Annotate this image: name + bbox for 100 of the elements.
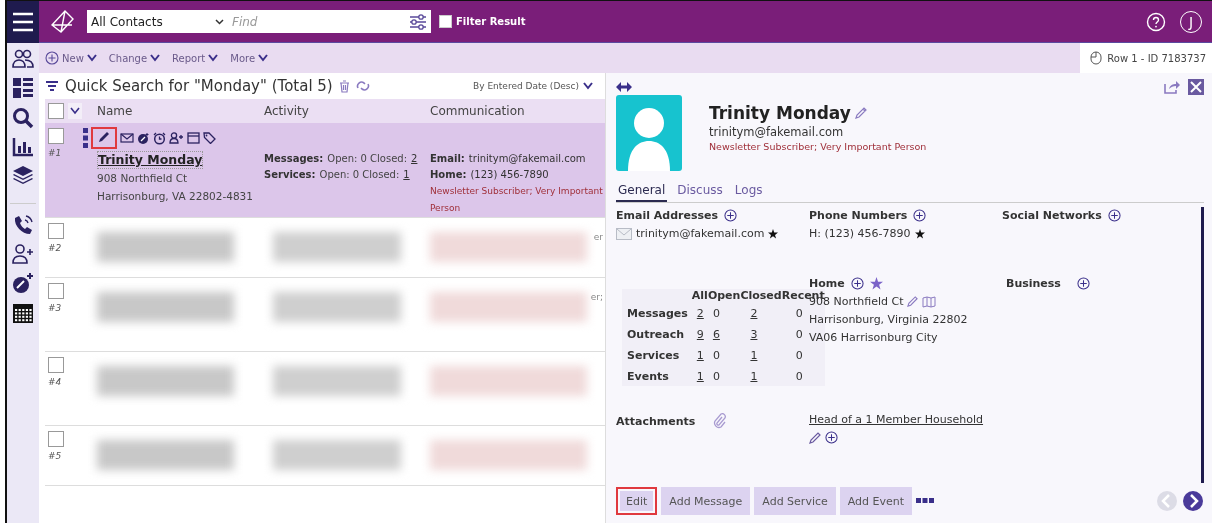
address-line: VA06 Harrisonburg City [809, 331, 939, 344]
text-fragment: er [593, 232, 603, 242]
action-button[interactable]: Edit [616, 487, 658, 515]
stats-count: 0 [795, 349, 803, 362]
select-all-checkbox[interactable] [48, 103, 64, 119]
sliders-icon[interactable] [409, 12, 427, 31]
closed-count-link[interactable]: 2 [411, 151, 418, 167]
action-button[interactable]: Add Message [661, 487, 751, 515]
filter-checkbox[interactable] [439, 15, 452, 28]
action-button[interactable]: Add Event [839, 487, 913, 515]
result-row[interactable]: #2 er [45, 218, 605, 278]
add-icon[interactable] [1107, 209, 1121, 222]
column-header[interactable]: Activity [254, 104, 309, 118]
row-checkbox[interactable] [48, 128, 64, 144]
add-icon[interactable] [724, 209, 738, 222]
section-title: Business [1006, 277, 1061, 290]
household-link[interactable]: Head of a 1 Member Household [809, 413, 1002, 426]
refresh-icon[interactable] [355, 81, 370, 91]
add-icon[interactable] [825, 431, 838, 444]
menu-button[interactable]: Report [172, 52, 225, 64]
stats-count-link[interactable]: 1 [696, 370, 704, 383]
stats-count-link[interactable]: 2 [696, 307, 704, 320]
list-title: Quick Search for "Monday" (Total 5) [65, 77, 333, 95]
column-header[interactable]: Name [87, 104, 133, 118]
search-icon[interactable] [12, 107, 34, 129]
result-row[interactable]: #5 [45, 426, 605, 486]
row-checkbox[interactable] [48, 357, 64, 373]
stats-label: Outreach [622, 323, 692, 344]
section-title: Email Addresses [616, 209, 719, 222]
action-button[interactable]: Add Service [754, 487, 836, 515]
row-number: #5 [48, 451, 62, 461]
gauge-icon[interactable] [137, 132, 150, 144]
bar-chart-icon[interactable] [12, 137, 34, 157]
row-checkbox[interactable] [48, 223, 64, 239]
address-line: Harrisonburg, VA 22802-4831 [97, 189, 254, 204]
column-header[interactable]: Communication [420, 104, 525, 118]
alarm-clock-icon[interactable] [153, 131, 166, 145]
tab[interactable]: Logs [732, 181, 765, 202]
resize-arrows-icon[interactable] [616, 82, 632, 92]
window-icon[interactable] [187, 132, 200, 144]
contact-email: trinitym@fakemail.com [709, 125, 845, 139]
gauge-add-icon[interactable] [12, 272, 34, 294]
menu-button[interactable]: Change [108, 52, 167, 64]
row-checkbox[interactable] [48, 431, 64, 447]
address-line: 908 Northfield Ct [97, 171, 189, 186]
stats-count: 0 [795, 370, 803, 383]
drag-handle-icon[interactable] [83, 128, 88, 148]
pencil-icon[interactable] [809, 431, 821, 444]
layers-icon[interactable] [12, 165, 34, 185]
help-icon[interactable] [1146, 11, 1166, 32]
add-person-icon[interactable] [169, 132, 184, 144]
pencil-icon[interactable] [91, 127, 117, 149]
tag-icon[interactable] [203, 132, 216, 144]
share-icon[interactable] [1164, 80, 1180, 94]
avatar-icon [616, 95, 682, 171]
menu-button[interactable]: New [45, 51, 103, 65]
menu-button[interactable]: More [230, 52, 275, 64]
tab[interactable]: Discuss [675, 181, 725, 202]
more-icon[interactable] [916, 498, 935, 504]
add-icon[interactable] [913, 209, 927, 222]
select-menu-button[interactable] [68, 103, 82, 119]
stats-count-link[interactable]: 9 [696, 328, 704, 341]
row-number: #4 [48, 377, 62, 387]
stats-count-link[interactable]: 1 [696, 349, 704, 362]
stats-count-link[interactable]: 1 [750, 349, 758, 362]
map-icon[interactable] [922, 295, 937, 308]
add-person-icon[interactable] [12, 244, 34, 264]
tab[interactable]: General [616, 181, 668, 202]
row-checkbox[interactable] [48, 283, 64, 299]
search-field[interactable]: All Contacts Find [87, 10, 431, 33]
people-icon[interactable] [12, 49, 34, 69]
result-row[interactable]: #4 [45, 352, 605, 426]
result-row[interactable] [45, 123, 605, 218]
calendar-icon[interactable] [12, 302, 34, 324]
phone-icon[interactable] [12, 214, 34, 236]
mail-icon[interactable] [120, 132, 134, 144]
stats-count-link[interactable]: 1 [750, 370, 758, 383]
trash-icon[interactable] [338, 79, 350, 93]
next-icon[interactable] [1182, 490, 1204, 512]
closed-count-link[interactable]: 1 [403, 167, 410, 183]
stats-count-link[interactable]: 2 [750, 307, 758, 320]
contact-value: trinitym@fakemail.com [468, 152, 586, 166]
result-row[interactable]: #3 er; [45, 278, 605, 352]
paperclip-icon[interactable] [713, 413, 728, 429]
stats-count-link[interactable]: 3 [750, 328, 758, 341]
list-view-icon[interactable] [12, 77, 34, 99]
filter-icon[interactable] [45, 80, 59, 92]
add-icon[interactable] [1076, 277, 1090, 290]
contact-name-link[interactable]: Trinity Monday [97, 151, 204, 169]
sort-dropdown[interactable]: By Entered Date (Desc) [467, 80, 599, 92]
star-icon[interactable] [869, 277, 883, 290]
find-field[interactable]: Find [230, 13, 384, 30]
stats-count-link[interactable]: 6 [712, 328, 720, 341]
stats-label: Events [622, 365, 692, 386]
close-icon[interactable] [1188, 79, 1204, 95]
menu-icon[interactable] [12, 12, 34, 32]
logo-icon[interactable] [49, 8, 75, 35]
add-icon[interactable] [850, 277, 864, 290]
contact-name: Trinity Monday [709, 103, 851, 123]
stats-header: Open [707, 289, 741, 302]
